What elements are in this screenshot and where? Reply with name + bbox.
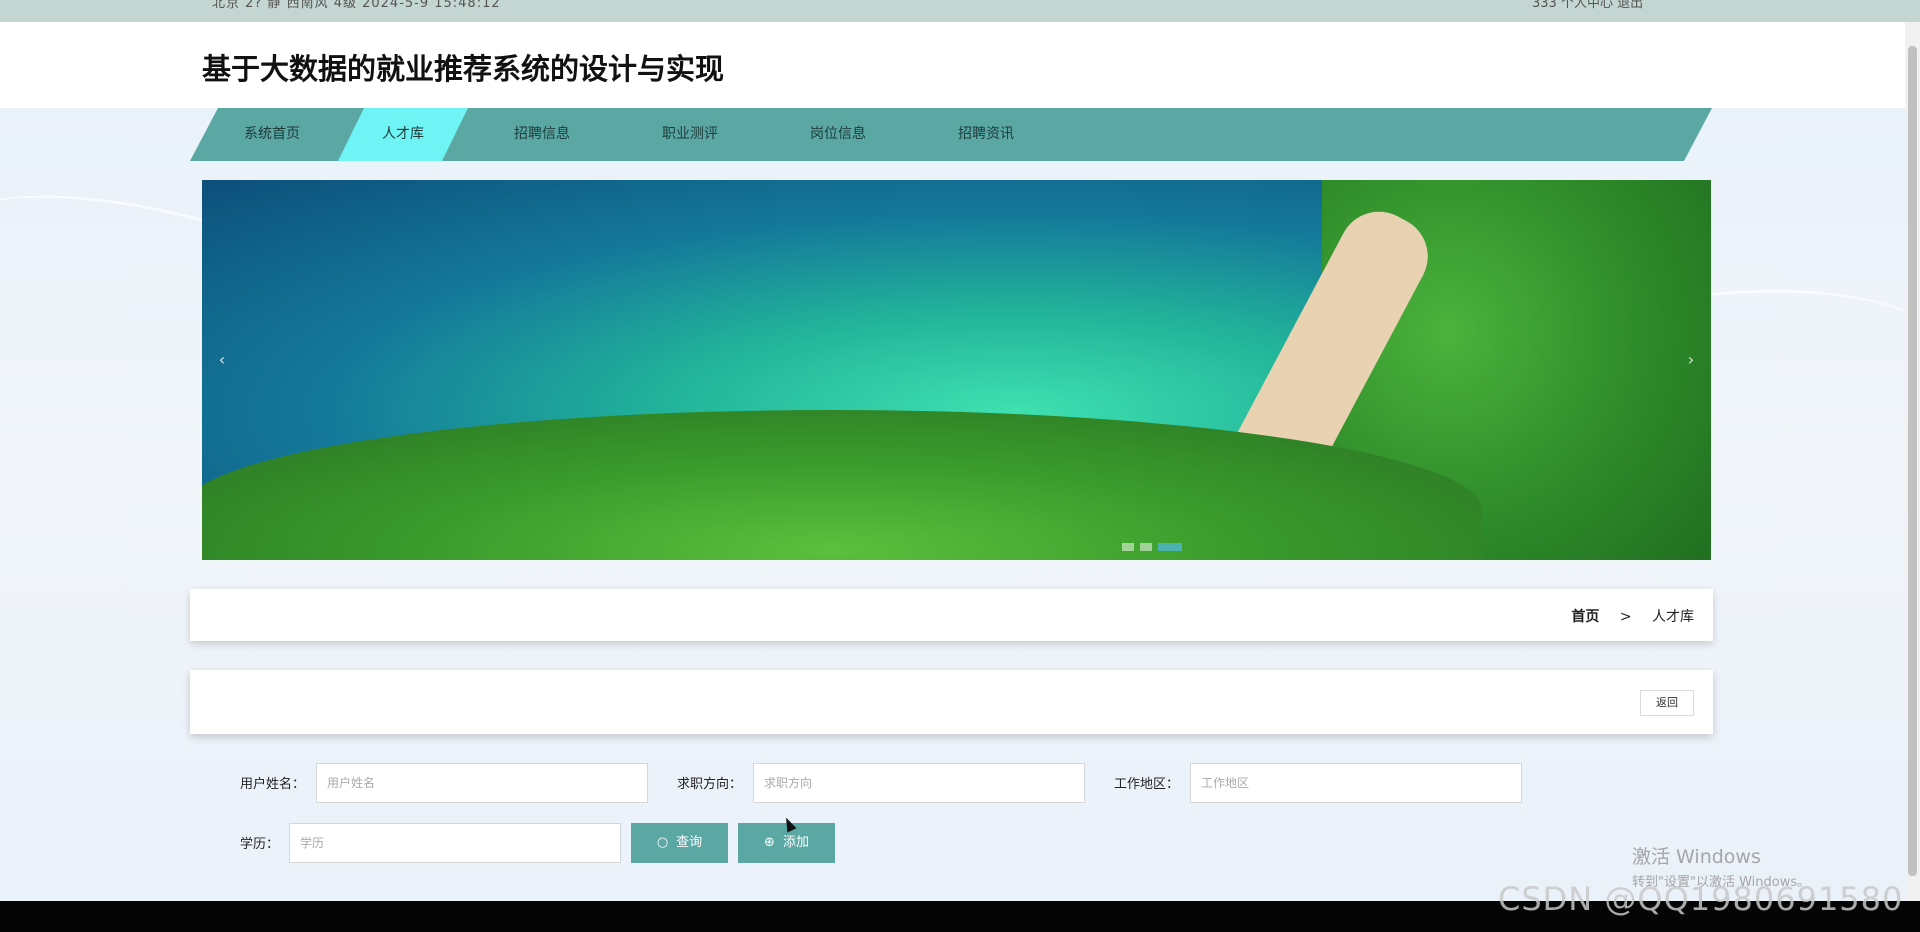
- carousel-next-icon[interactable]: ›: [1681, 350, 1701, 369]
- banner-carousel[interactable]: ‹ ›: [202, 180, 1711, 560]
- vertical-scrollbar[interactable]: [1905, 22, 1920, 901]
- carousel-dot[interactable]: [1122, 543, 1134, 551]
- back-button[interactable]: 返回: [1640, 690, 1694, 716]
- direction-label: 求职方向：: [677, 777, 743, 792]
- search-icon: ○: [656, 835, 669, 850]
- activate-windows-title: 激活 Windows: [1632, 846, 1761, 868]
- carousel-dot-active[interactable]: [1158, 543, 1182, 551]
- username-input[interactable]: 用户姓名: [316, 763, 648, 803]
- breadcrumb-current: 人才库: [1652, 609, 1694, 625]
- direction-input[interactable]: 求职方向: [753, 763, 1085, 803]
- breadcrumb-separator: >: [1619, 609, 1632, 625]
- query-button[interactable]: ○ 查询: [631, 823, 728, 863]
- site-header: 基于大数据的就业推荐系统的设计与实现: [0, 22, 1905, 108]
- breadcrumb: 首页 > 人才库: [1571, 606, 1694, 626]
- nav-item-job-postings[interactable]: 招聘信息: [482, 108, 602, 161]
- action-card: 返回: [190, 670, 1713, 734]
- scrollbar-thumb[interactable]: [1908, 46, 1917, 876]
- area-label: 工作地区：: [1114, 777, 1180, 792]
- carousel-indicators: [1122, 543, 1182, 551]
- nav-item-position-info[interactable]: 岗位信息: [778, 108, 898, 161]
- csdn-watermark: CSDN @QQ1980691580: [1498, 880, 1904, 918]
- plus-circle-icon: ⊕: [764, 835, 775, 850]
- top-info-bar: 北京 2? 静 西南风 4级 2024-5-9 15:48:12 333 个人中…: [0, 0, 1920, 22]
- breadcrumb-home[interactable]: 首页: [1571, 609, 1599, 625]
- nav-item-career-test[interactable]: 职业测评: [630, 108, 750, 161]
- nav-item-recruitment-news[interactable]: 招聘资讯: [926, 108, 1046, 161]
- nav-item-home[interactable]: 系统首页: [212, 108, 332, 161]
- nav-item-talent-pool[interactable]: 人才库: [338, 108, 468, 161]
- weather-date-text: 北京 2? 静 西南风 4级 2024-5-9 15:48:12: [212, 0, 501, 11]
- carousel-dot[interactable]: [1140, 543, 1152, 551]
- education-input[interactable]: 学历: [289, 823, 621, 863]
- education-label: 学历：: [240, 837, 280, 852]
- breadcrumb-card: 首页 > 人才库: [190, 589, 1713, 641]
- username-label: 用户姓名：: [240, 777, 306, 792]
- carousel-prev-icon[interactable]: ‹: [212, 350, 232, 369]
- main-nav: 系统首页 人才库 招聘信息 职业测评 岗位信息 招聘资讯: [190, 108, 1712, 161]
- area-input[interactable]: 工作地区: [1190, 763, 1522, 803]
- add-button-label: 添加: [782, 835, 809, 850]
- site-title: 基于大数据的就业推荐系统的设计与实现: [202, 52, 725, 86]
- user-links-text[interactable]: 333 个人中心 退出: [1532, 0, 1643, 11]
- query-button-label: 查询: [676, 835, 703, 850]
